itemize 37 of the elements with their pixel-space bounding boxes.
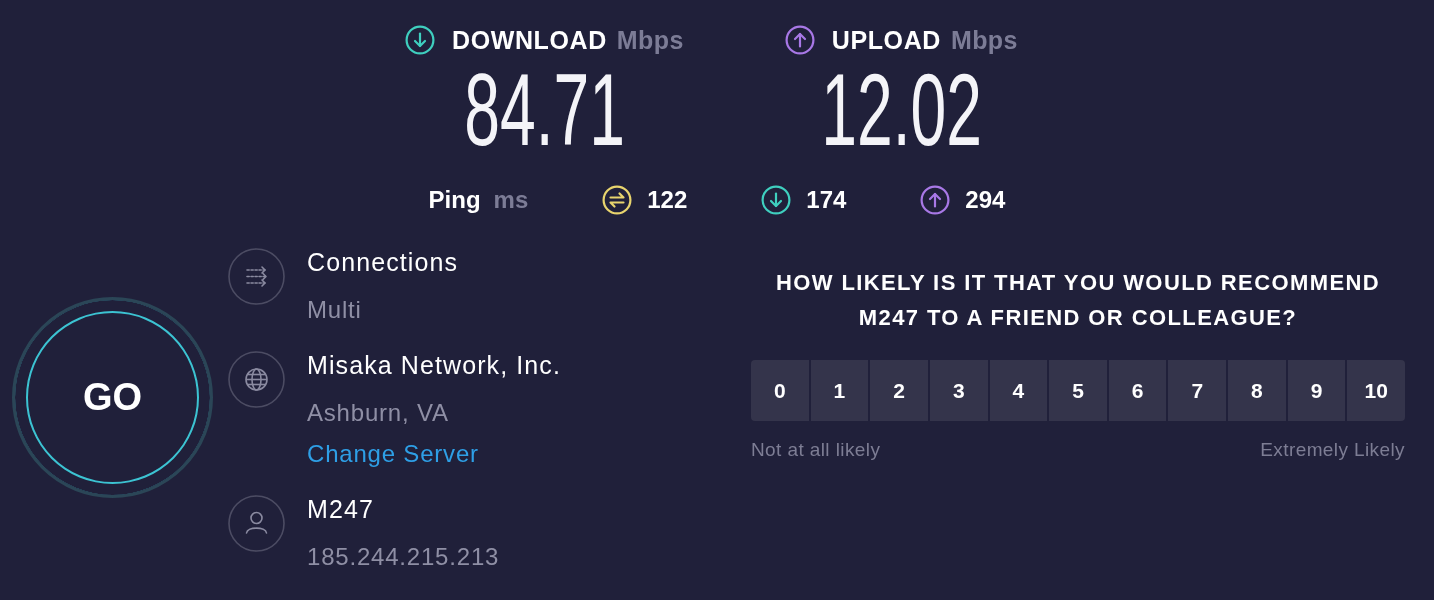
rating-option[interactable]: 1 [810, 360, 869, 421]
scale-high-label: Extremely Likely [1260, 438, 1405, 462]
rating-option[interactable]: 0 [751, 360, 809, 421]
go-button[interactable]: GO [12, 297, 213, 498]
rating-option[interactable]: 4 [989, 360, 1048, 421]
rating-option[interactable]: 6 [1108, 360, 1167, 421]
rating-option[interactable]: 7 [1168, 360, 1227, 421]
globe-icon [228, 351, 285, 408]
ping-value: 294 [965, 185, 1006, 215]
speed-value: 84.71 [463, 65, 625, 155]
rating-option[interactable]: 10 [1347, 360, 1406, 421]
info-detail: Multi [307, 295, 363, 325]
ping-label: Ping [428, 185, 481, 215]
info-detail: 185.244.215.213 [307, 542, 500, 572]
info-title: Misaka Network, Inc. [307, 350, 561, 380]
info-detail: Ashburn, VA [307, 398, 450, 428]
info-title: Connections [307, 247, 459, 277]
scale-low-label: Not at all likely [751, 438, 881, 462]
metric-label: DOWNLOAD [452, 25, 607, 55]
speed-value: 12.02 [820, 65, 982, 155]
rating-option[interactable]: 5 [1049, 360, 1107, 421]
rating-option[interactable]: 9 [1287, 360, 1346, 421]
change-server-link[interactable]: Change Server [307, 439, 479, 469]
ping-value: 122 [647, 185, 688, 215]
metric-label: UPLOAD [831, 25, 941, 55]
arrows-icon [228, 248, 285, 305]
rating-option[interactable]: 2 [870, 360, 928, 421]
user-icon [228, 495, 285, 552]
ping-value: 174 [806, 185, 847, 215]
unit-label: ms [493, 185, 529, 215]
two-arrows-icon [602, 185, 633, 215]
info-title: M247 [307, 494, 375, 524]
survey-question: HOW LIKELY IS IT THAT YOU WOULD RECOMMEND M247 TO A FRIEND OR COLLEAGUE? [774, 269, 1382, 332]
unit-label: Mbps [950, 25, 1018, 55]
rating-option[interactable]: 3 [929, 360, 988, 421]
rating-option[interactable]: 8 [1228, 360, 1286, 421]
unit-label: Mbps [616, 25, 684, 55]
